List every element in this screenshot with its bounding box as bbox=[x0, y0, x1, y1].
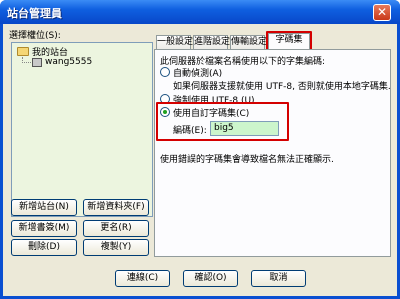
site-tree[interactable]: 我的站台 wang5555 bbox=[11, 42, 153, 217]
rename-button[interactable]: 更名(R) bbox=[83, 220, 149, 237]
close-button[interactable]: ✕ bbox=[373, 4, 391, 21]
cancel-button[interactable]: 取消 bbox=[251, 270, 306, 287]
new-site-button[interactable]: 新增站台(N) bbox=[11, 199, 77, 216]
charset-panel: 此伺服器於檔案名稱使用以下的字集編碼: 自動偵測(A) 如果伺服器支援就使用 U… bbox=[154, 49, 391, 257]
folder-icon bbox=[17, 47, 29, 56]
tab-general[interactable]: 一般設定 bbox=[156, 35, 193, 49]
server-icon bbox=[32, 58, 42, 67]
new-bookmark-button[interactable]: 新增書簽(M) bbox=[11, 220, 77, 237]
tree-item-site[interactable]: wang5555 bbox=[45, 57, 92, 67]
auto-detect-label[interactable]: 自動偵測(A) bbox=[173, 66, 222, 79]
delete-button[interactable]: 刪除(D) bbox=[11, 239, 77, 256]
connect-button[interactable]: 連線(C) bbox=[115, 270, 170, 287]
auto-detect-description: 如果伺服器支援就使用 UTF-8, 否則就使用本地字碼集. bbox=[173, 82, 391, 92]
copy-button[interactable]: 複製(Y) bbox=[83, 239, 149, 256]
tab-advanced[interactable]: 進階設定 bbox=[193, 35, 230, 49]
auto-detect-radio[interactable] bbox=[160, 67, 170, 77]
window-title: 站台管理員 bbox=[7, 7, 62, 20]
new-folder-button[interactable]: 新增資料夾(F) bbox=[83, 199, 149, 216]
ok-button[interactable]: 確認(O) bbox=[183, 270, 238, 287]
custom-charset-highlight-box bbox=[156, 102, 289, 141]
dialog-body: 選擇權位(S): 我的站台 wang5555 新增站台(N) 新增資料夾(F) … bbox=[3, 24, 397, 296]
tree-connector bbox=[22, 57, 31, 63]
title-bar[interactable]: 站台管理員 ✕ bbox=[0, 0, 400, 24]
site-manager-window: 站台管理員 ✕ 選擇權位(S): 我的站台 wang5555 新增站台(N) 新… bbox=[0, 0, 400, 299]
charset-warning-text: 使用錯誤的字碼集會導致檔名無法正確顯示. bbox=[160, 155, 334, 165]
tab-transfer[interactable]: 傳輸設定 bbox=[230, 35, 267, 49]
select-entry-label: 選擇權位(S): bbox=[9, 31, 61, 41]
